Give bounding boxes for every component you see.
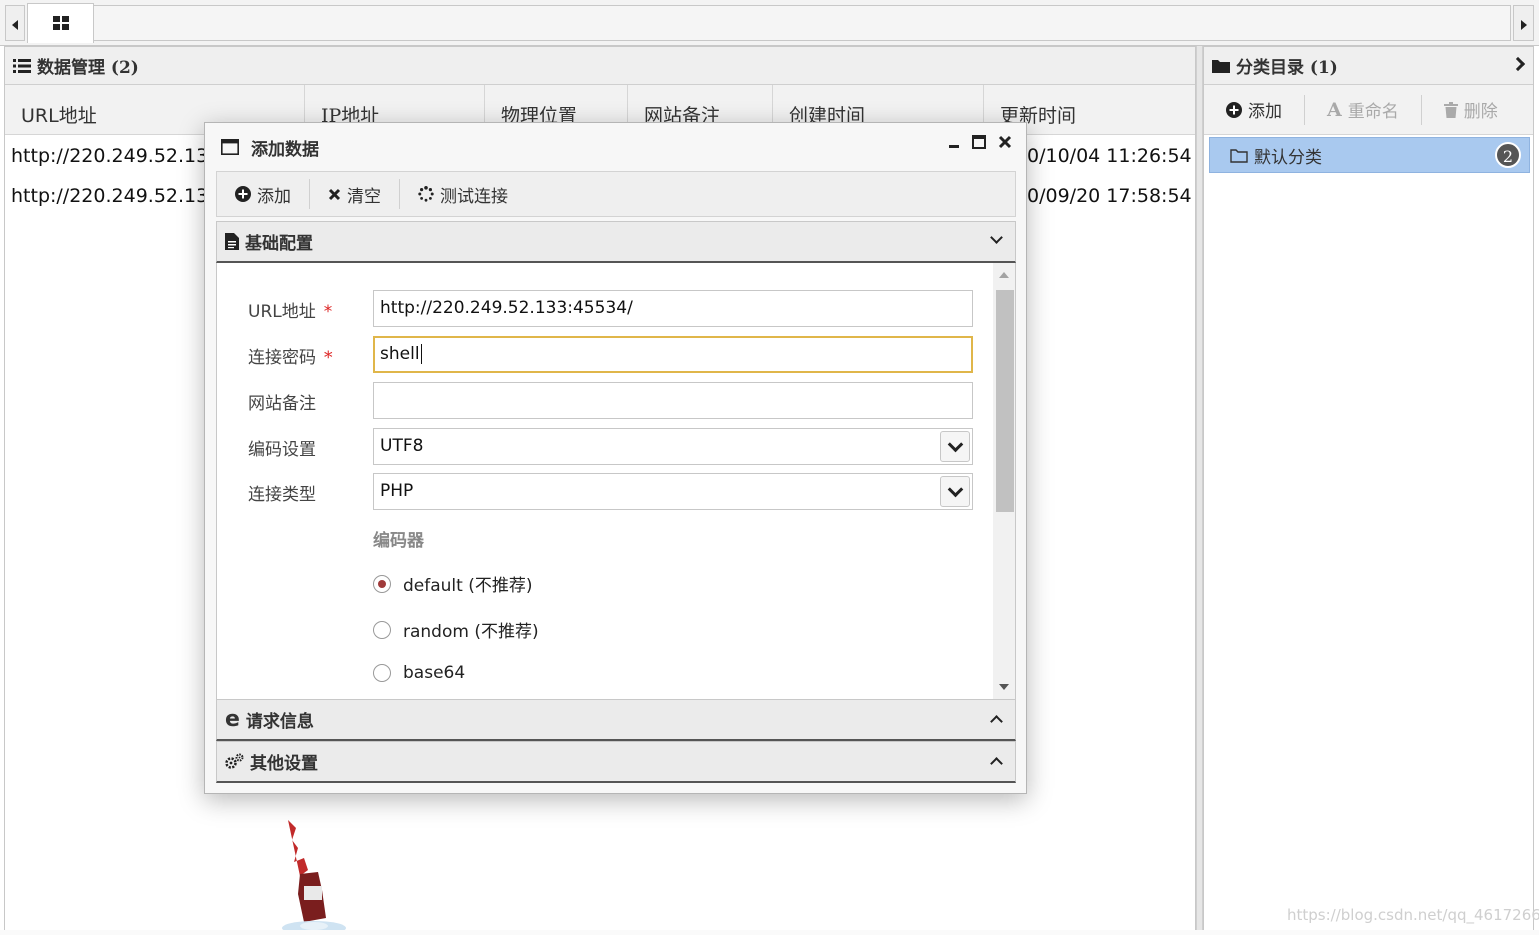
encoding-select[interactable]: UTF8: [373, 428, 973, 465]
encoder-option-base64[interactable]: base64: [373, 663, 465, 683]
password-input-value: shell: [380, 344, 420, 364]
chevron-down-icon[interactable]: [940, 476, 970, 507]
category-item-label: 默认分类: [1254, 147, 1322, 168]
chevron-down-icon: [990, 231, 1003, 244]
category-panel-header: 分类目录 (1): [1204, 47, 1533, 85]
encoder-option-default[interactable]: default (不推荐): [373, 571, 532, 596]
url-label: URL地址 *: [248, 302, 333, 322]
grid-icon: [53, 16, 69, 30]
window-icon: [221, 139, 239, 155]
category-delete-label: 删除: [1463, 102, 1498, 122]
basic-config-form: URL地址 * http://220.249.52.133:45534/ 连接密码…: [216, 263, 1016, 699]
note-input[interactable]: [373, 382, 973, 419]
row-updated: 0/10/04 11:26:54: [1027, 145, 1192, 167]
category-delete-button[interactable]: 删除: [1422, 95, 1520, 125]
list-icon: [13, 58, 31, 74]
encoder-option-label: base64: [403, 663, 466, 683]
chevron-up-icon: [990, 757, 1003, 770]
note-label: 网站备注: [248, 394, 316, 414]
trash-icon: [1443, 101, 1458, 118]
plus-circle-icon: [235, 186, 251, 202]
radio-button[interactable]: [373, 620, 391, 639]
dialog-add-button[interactable]: 添加: [217, 179, 309, 209]
scroll-down-icon[interactable]: [999, 684, 1009, 690]
close-icon[interactable]: [998, 135, 1012, 149]
tab-home[interactable]: [27, 3, 94, 43]
form-scrollbar[interactable]: [993, 263, 1015, 699]
category-rename-label: 重命名: [1347, 102, 1399, 122]
text-caret: [420, 344, 422, 364]
category-panel: 分类目录 (1) 添加 A 重命名 删除 默认分类 2: [1203, 46, 1534, 932]
maximize-icon[interactable]: [972, 135, 986, 149]
dialog-clear-label: 清空: [347, 186, 381, 207]
watermark-text: https://blog.csdn.net/qq_46172668: [1287, 906, 1539, 924]
minimize-icon[interactable]: [948, 135, 960, 149]
tab-scroll-left-button[interactable]: [5, 5, 25, 41]
dialog-title: 添加数据: [251, 139, 319, 160]
password-input[interactable]: shell: [373, 336, 973, 373]
encoding-value: UTF8: [380, 436, 424, 456]
tab-scroll-right-button[interactable]: [1513, 5, 1534, 41]
chevron-down-icon[interactable]: [940, 431, 970, 462]
row-url: http://220.249.52.133: [11, 185, 221, 207]
encoding-label: 编码设置: [248, 440, 316, 460]
section-other-settings[interactable]: 其他设置: [216, 741, 1016, 783]
section-request-info[interactable]: e 请求信息: [216, 699, 1016, 741]
document-icon: [225, 233, 239, 250]
dialog-toolbar: 添加 清空 测试连接: [216, 171, 1016, 217]
category-toolbar: 添加 A 重命名 删除: [1204, 85, 1533, 135]
row-url: http://220.249.52.133: [11, 145, 221, 167]
url-input[interactable]: http://220.249.52.133:45534/: [373, 290, 973, 327]
plus-circle-icon: [1226, 101, 1242, 118]
row-updated: 0/09/20 17:58:54: [1027, 185, 1192, 207]
tab-strip: [94, 5, 1511, 41]
gears-icon: [225, 753, 244, 770]
encoder-option-label: default (不推荐): [403, 576, 533, 596]
window-controls: [948, 135, 1012, 149]
radio-button[interactable]: [373, 574, 391, 593]
category-item-default[interactable]: 默认分类 2: [1209, 137, 1530, 173]
data-panel-title: 数据管理 (2): [37, 58, 139, 78]
count-badge: 2: [1495, 142, 1521, 168]
edge-browser-icon: e: [225, 706, 240, 732]
chevron-up-icon: [990, 715, 1003, 728]
section-request-label: 请求信息: [245, 712, 314, 732]
mascot-image: [278, 818, 358, 935]
dialog-test-connection-label: 测试连接: [440, 186, 508, 207]
x-icon: [328, 188, 341, 201]
bottom-edge: [0, 930, 1539, 935]
dialog-titlebar[interactable]: 添加数据: [205, 123, 1026, 171]
add-data-dialog: 添加数据 添加 清空 测试连接 基础配置 URL地址 * http://220.…: [204, 122, 1027, 794]
chevron-right-icon[interactable]: [1510, 56, 1526, 72]
type-label: 连接类型: [248, 485, 316, 505]
encoder-option-random[interactable]: random (不推荐): [373, 617, 539, 642]
encoder-option-label: random (不推荐): [403, 622, 539, 642]
dialog-clear-button[interactable]: 清空: [310, 179, 399, 209]
section-other-label: 其他设置: [250, 754, 318, 774]
dialog-test-connection-button[interactable]: 测试连接: [400, 179, 526, 209]
connection-type-value: PHP: [380, 481, 414, 501]
tab-bar: [0, 0, 1539, 46]
encoder-label: 编码器: [373, 531, 424, 551]
scrollbar-thumb[interactable]: [996, 290, 1014, 512]
scroll-up-icon[interactable]: [999, 272, 1009, 278]
category-add-label: 添加: [1248, 102, 1282, 122]
data-panel-header: 数据管理 (2): [5, 47, 1195, 85]
section-basic-label: 基础配置: [245, 234, 313, 254]
radio-button[interactable]: [373, 664, 391, 682]
category-panel-title: 分类目录 (1): [1236, 58, 1338, 78]
section-basic-config[interactable]: 基础配置: [216, 221, 1016, 263]
category-add-button[interactable]: 添加: [1204, 95, 1304, 125]
font-icon: A: [1327, 98, 1342, 121]
password-label: 连接密码 *: [248, 348, 333, 368]
category-rename-button[interactable]: A 重命名: [1305, 95, 1421, 125]
folder-icon: [1212, 58, 1230, 73]
panel-splitter[interactable]: [1196, 46, 1203, 932]
connection-type-select[interactable]: PHP: [373, 473, 973, 510]
spinner-icon: [418, 186, 434, 202]
folder-open-icon: [1230, 148, 1248, 163]
dialog-add-label: 添加: [257, 186, 291, 207]
